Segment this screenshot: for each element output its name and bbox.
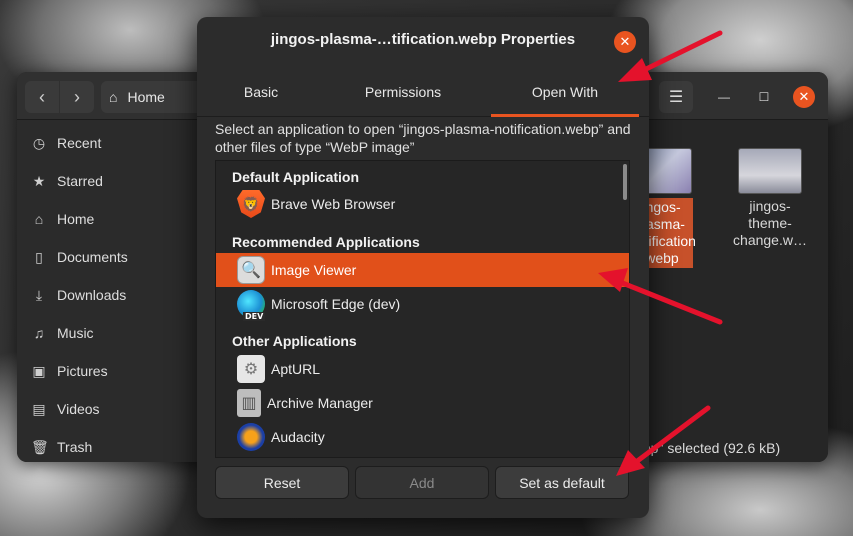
close-icon: ✕ (619, 34, 631, 49)
set-as-default-button[interactable]: Set as default (495, 466, 629, 499)
sidebar-item-label: Starred (57, 173, 103, 189)
hamburger-menu-button[interactable]: ☰ (659, 81, 693, 113)
forward-button[interactable]: › (60, 81, 94, 113)
close-icon: ✕ (798, 89, 810, 104)
file-item-jingos-theme-change[interactable]: jingos- theme- change.w… (730, 148, 810, 249)
open-with-description: Select an application to open “jingos-pl… (215, 121, 631, 155)
file-name: jingos- theme- change.w… (733, 198, 807, 248)
home-icon: ⌂ (109, 89, 118, 105)
maximize-button[interactable]: ☐ (753, 86, 775, 108)
app-label: Archive Manager (267, 395, 373, 411)
brave-lion-icon: 🦁 (237, 190, 265, 218)
gear-icon: ⚙ (237, 355, 265, 383)
music-icon: ♫ (33, 325, 45, 341)
sidebar-item-music[interactable]: ♫ Music (17, 314, 197, 352)
headphones-waveform-icon (237, 423, 265, 451)
dialog-tabs: Basic Permissions Open With (197, 67, 649, 117)
section-default-application: Default Application (232, 169, 360, 185)
app-row-apturl[interactable]: ⚙ AptURL (216, 352, 629, 386)
path-label: Home (127, 89, 165, 105)
file-thumbnail (738, 148, 802, 194)
sidebar-item-label: Documents (57, 249, 128, 265)
selection-status: webp" selected (92.6 kB) (625, 440, 781, 456)
chevron-right-icon: › (74, 86, 80, 107)
dialog-close-button[interactable]: ✕ (614, 31, 636, 53)
picture-icon: ▣ (32, 362, 46, 379)
star-icon: ★ (32, 172, 46, 189)
menu-icon: ☰ (668, 89, 684, 106)
maximize-icon: ☐ (758, 90, 770, 104)
trash-icon: 🗑 (31, 438, 49, 455)
app-row-microsoft-edge-dev[interactable]: DEV Microsoft Edge (dev) (216, 287, 629, 321)
application-list: Default Application 🦁 Brave Web Browser … (215, 160, 630, 458)
sidebar-item-starred[interactable]: ★ Starred (17, 162, 197, 200)
clock-icon: ◷ (32, 134, 46, 151)
sidebar-item-documents[interactable]: ▯ Documents (17, 238, 197, 276)
app-label: AptURL (271, 361, 321, 377)
sidebar-item-downloads[interactable]: ⤓ Downloads (17, 276, 197, 314)
app-row-brave[interactable]: 🦁 Brave Web Browser (216, 187, 629, 221)
app-label: Microsoft Edge (dev) (271, 296, 401, 312)
sidebar-item-home[interactable]: ⌂ Home (17, 200, 197, 238)
app-label: Brave Web Browser (271, 196, 396, 212)
file-manager-sidebar: ◷ Recent ★ Starred ⌂ Home ▯ Documents ⤓ Downl… (17, 120, 197, 462)
app-row-image-viewer[interactable]: 🔍 Image Viewer (216, 253, 629, 287)
app-label: Audacity (271, 429, 325, 445)
archive-zipper-icon: ▥ (237, 389, 261, 417)
sidebar-item-label: Music (57, 325, 94, 341)
sidebar-item-label: Videos (57, 401, 100, 417)
app-row-archive-manager[interactable]: ▥ Archive Manager (216, 386, 629, 420)
sidebar-item-label: Pictures (57, 363, 108, 379)
section-other-applications: Other Applications (232, 333, 357, 349)
document-icon: ▯ (35, 248, 43, 265)
add-button[interactable]: Add (355, 466, 489, 499)
video-icon: ▤ (32, 400, 46, 417)
sidebar-item-trash[interactable]: 🗑 Trash (17, 428, 197, 462)
sidebar-item-label: Downloads (57, 287, 127, 303)
back-button[interactable]: ‹ (25, 81, 59, 113)
chevron-left-icon: ‹ (39, 86, 45, 107)
properties-dialog: jingos-plasma-…tification.webp Propertie… (197, 17, 649, 518)
sidebar-item-pictures[interactable]: ▣ Pictures (17, 352, 197, 390)
app-row-audacity[interactable]: Audacity (216, 420, 629, 454)
window-close-button[interactable]: ✕ (793, 86, 815, 108)
home-icon: ⌂ (34, 211, 44, 227)
edge-dev-icon: DEV (237, 290, 266, 321)
sidebar-item-label: Home (57, 211, 95, 227)
download-icon: ⤓ (35, 286, 43, 303)
minimize-button[interactable]: — (713, 86, 735, 108)
minimize-icon: — (718, 90, 730, 104)
sidebar-item-recent[interactable]: ◷ Recent (17, 124, 197, 162)
tab-basic[interactable]: Basic (197, 67, 325, 117)
app-label: Image Viewer (271, 262, 357, 278)
magnifier-icon: 🔍 (237, 256, 265, 284)
sidebar-item-videos[interactable]: ▤ Videos (17, 390, 197, 428)
tab-permissions[interactable]: Permissions (332, 67, 474, 117)
list-scrollbar[interactable] (623, 164, 627, 200)
dialog-title: jingos-plasma-…tification.webp Propertie… (270, 31, 576, 48)
tab-open-with[interactable]: Open With (491, 67, 639, 117)
reset-button[interactable]: Reset (215, 466, 349, 499)
sidebar-item-label: Trash (57, 439, 93, 455)
section-recommended-applications: Recommended Applications (232, 234, 420, 250)
sidebar-item-label: Recent (57, 135, 102, 151)
